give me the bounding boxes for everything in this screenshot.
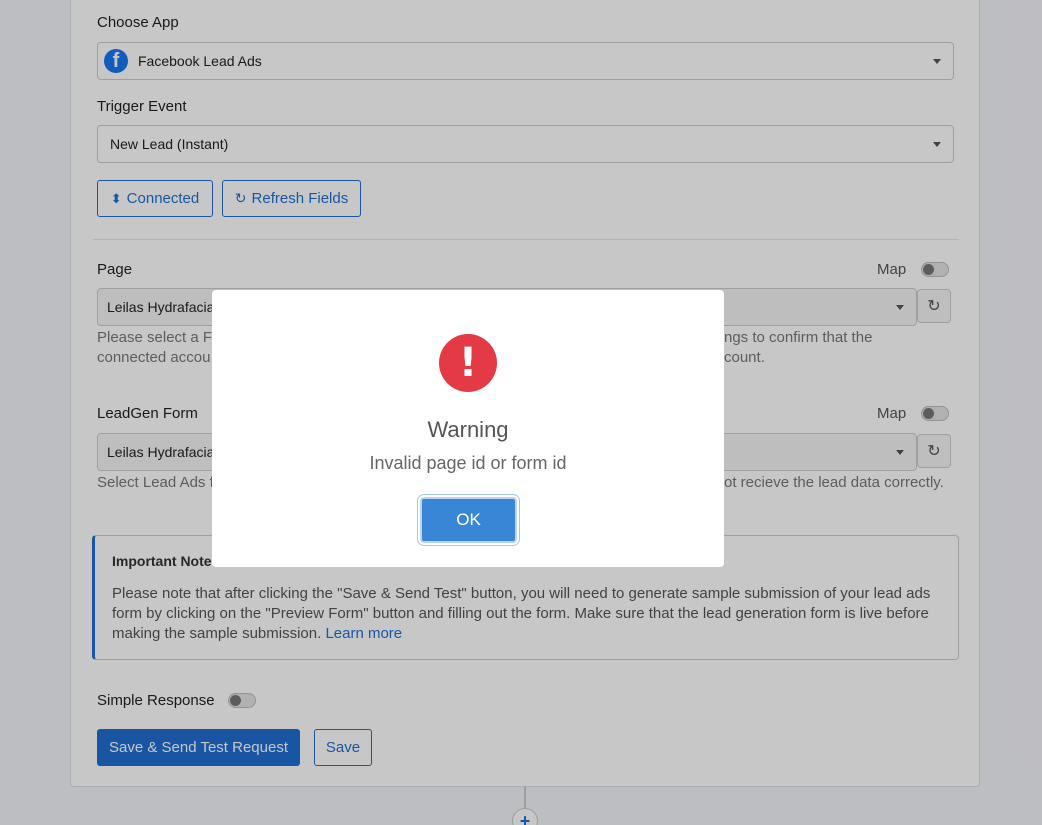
- ok-button[interactable]: OK: [418, 495, 519, 545]
- warning-dialog: ! Warning Invalid page id or form id OK: [212, 290, 724, 567]
- dialog-message: Invalid page id or form id: [369, 453, 567, 473]
- dialog-title: Warning: [427, 417, 509, 442]
- exclamation-icon: !: [439, 334, 497, 392]
